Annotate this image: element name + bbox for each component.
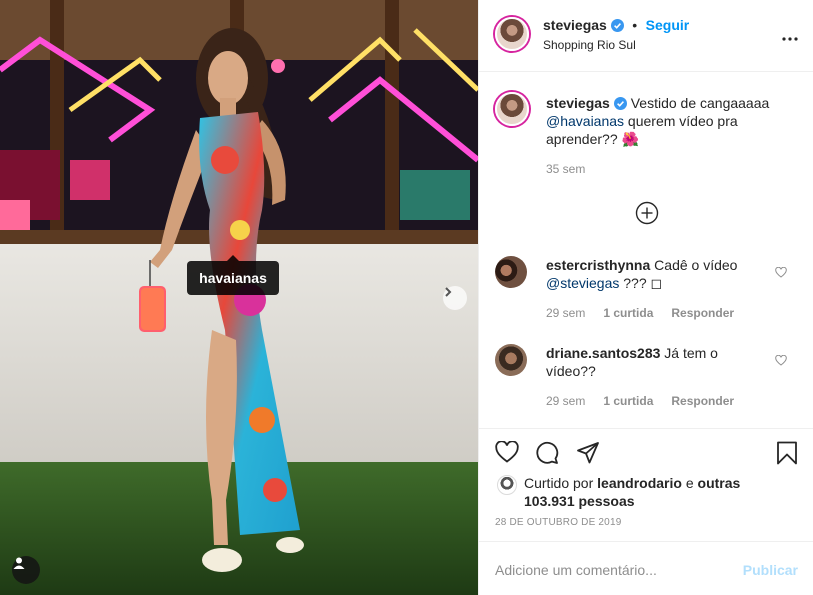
comment-author[interactable]: estercristhynna — [546, 257, 650, 273]
comment-time: 29 sem — [546, 394, 586, 408]
comment-like-button[interactable] — [775, 265, 787, 283]
paper-plane-icon — [577, 442, 599, 464]
save-button[interactable] — [776, 441, 798, 470]
like-button[interactable] — [495, 440, 519, 468]
bookmark-icon — [777, 441, 797, 465]
comment-text-end: ??? ◻ — [619, 275, 663, 291]
verified-badge-icon — [610, 19, 624, 32]
caption-text-start: Vestido de cangaaaaa — [626, 95, 770, 111]
product-tag[interactable]: havaianas — [187, 255, 279, 295]
tagged-users-button[interactable] — [12, 556, 40, 584]
comment-body: estercristhynna Cadê o vídeo @steviegas … — [546, 256, 768, 292]
comment-body: driane.santos283 Já tem o vídeo?? — [546, 344, 768, 380]
user-icon — [13, 557, 25, 569]
header-author-line: steviegas • Seguir — [543, 17, 689, 35]
author-avatar[interactable] — [495, 17, 529, 51]
caption-avatar[interactable] — [495, 92, 529, 126]
comment-like-button[interactable] — [775, 353, 787, 371]
comment-likes[interactable]: 1 curtida — [603, 394, 653, 408]
heart-icon — [775, 354, 787, 366]
post-actions: Curtido por leandrodario e outras 103.93… — [479, 428, 813, 538]
post-side-panel: steviegas • Seguir Shopping Rio Sul stev… — [478, 0, 813, 595]
comment-likes[interactable]: 1 curtida — [603, 306, 653, 320]
publish-button[interactable]: Publicar — [743, 562, 798, 578]
caption: steviegas Vestido de cangaaaaa @havaiana… — [546, 94, 786, 148]
chevron-right-icon — [445, 287, 452, 297]
more-horizontal-icon — [782, 37, 798, 41]
next-photo-button[interactable] — [443, 286, 467, 310]
post-header: steviegas • Seguir Shopping Rio Sul — [479, 0, 813, 72]
caption-mention[interactable]: @havaianas — [546, 113, 624, 129]
add-comment-bar: Adicione um comentário... Publicar — [479, 541, 813, 595]
reply-button[interactable]: Responder — [671, 306, 734, 320]
post-date[interactable]: 28 DE OUTUBRO DE 2019 — [495, 517, 621, 528]
comment-bubble-icon — [536, 441, 559, 464]
plus-circle-icon — [635, 201, 659, 225]
comment-avatar[interactable] — [495, 256, 527, 288]
share-button[interactable] — [576, 441, 600, 470]
comment-avatar[interactable] — [495, 344, 527, 376]
caption-author[interactable]: steviegas — [546, 95, 610, 111]
comment-mention[interactable]: @steviegas — [546, 275, 619, 291]
author-username[interactable]: steviegas — [543, 17, 607, 33]
post-location[interactable]: Shopping Rio Sul — [543, 38, 636, 52]
likes-prefix: Curtido por — [524, 475, 598, 491]
liker-username[interactable]: leandrodario — [597, 475, 682, 491]
photo-scene — [0, 0, 478, 595]
comment-text: Cadê o vídeo — [650, 257, 738, 273]
comment-button[interactable] — [535, 441, 559, 470]
post-photo[interactable]: havaianas — [0, 0, 478, 595]
load-more-comments-button[interactable] — [635, 201, 659, 225]
comment-author[interactable]: driane.santos283 — [546, 345, 660, 361]
liker-avatar[interactable] — [497, 475, 517, 495]
verified-badge-icon — [613, 97, 627, 110]
more-options-button[interactable] — [782, 26, 798, 44]
dot-separator: • — [632, 17, 638, 33]
heart-icon — [775, 266, 787, 278]
likes-summary: Curtido por leandrodario e outras 103.93… — [524, 474, 774, 510]
caption-time: 35 sem — [546, 162, 586, 176]
heart-icon — [495, 440, 519, 463]
likes-middle: e — [681, 475, 698, 491]
comment-time: 29 sem — [546, 306, 586, 320]
comment-meta: 29 sem 1 curtida Responder — [546, 394, 734, 408]
follow-button[interactable]: Seguir — [646, 17, 690, 33]
reply-button[interactable]: Responder — [671, 394, 734, 408]
comment-input[interactable]: Adicione um comentário... — [495, 562, 657, 578]
comment-meta: 29 sem 1 curtida Responder — [546, 306, 734, 320]
